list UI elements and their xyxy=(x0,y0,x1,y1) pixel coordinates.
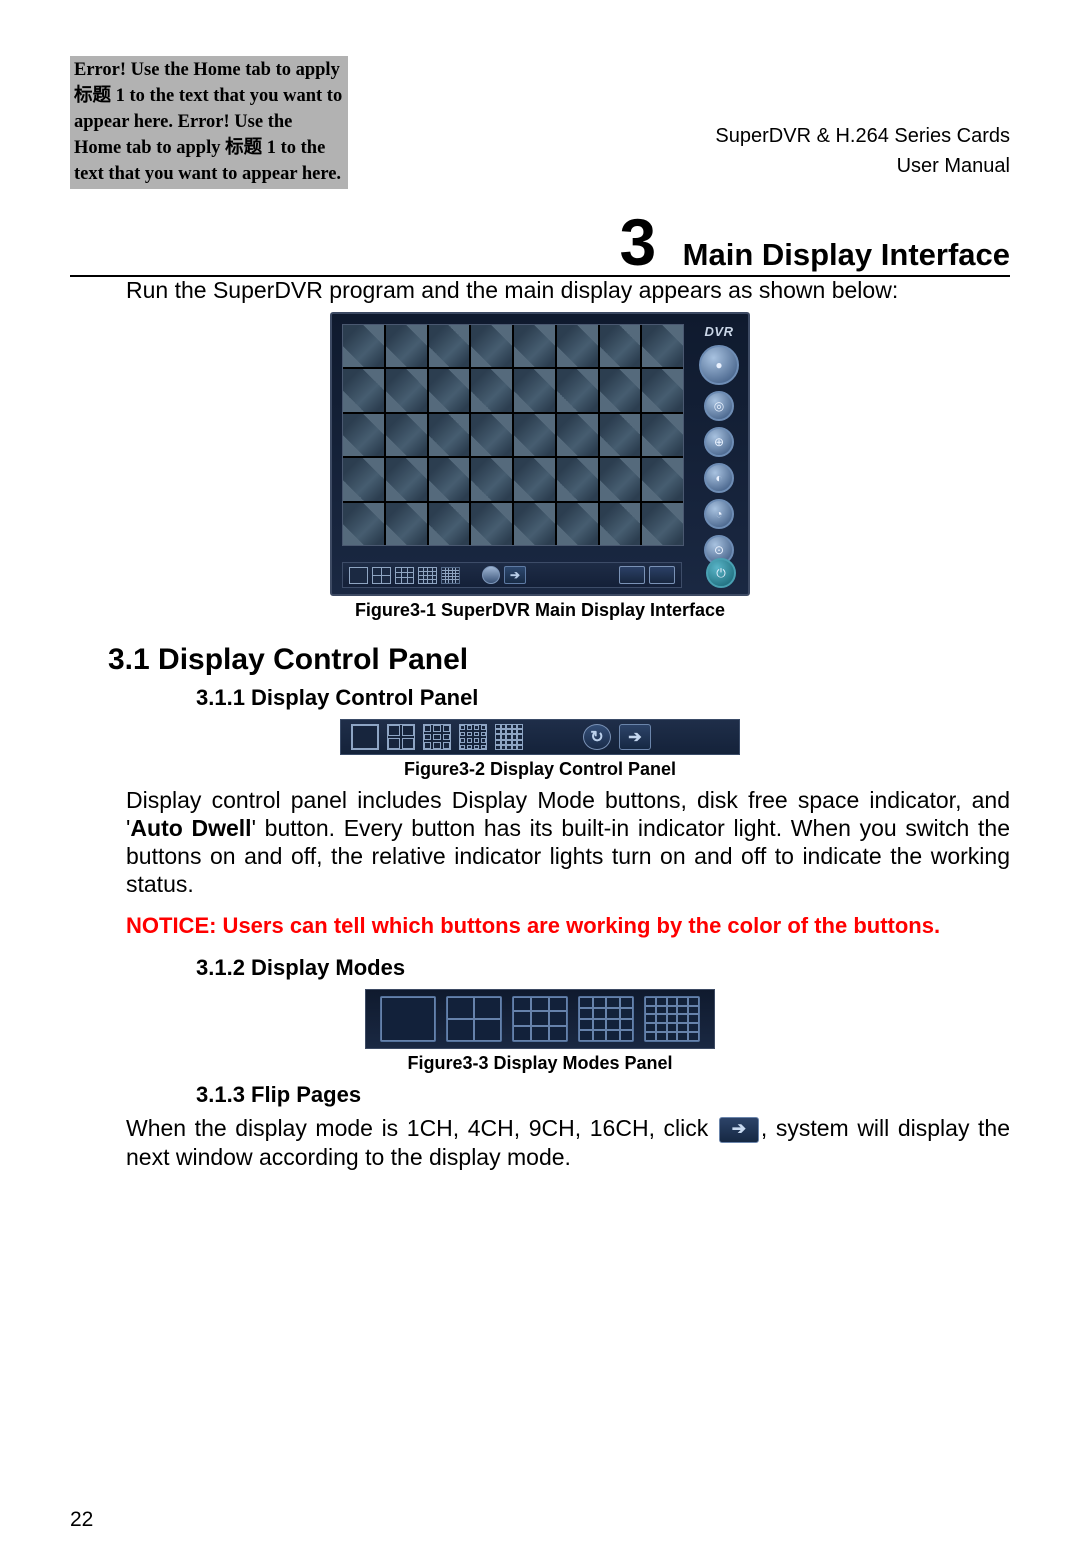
mode-big-4-button[interactable] xyxy=(446,996,502,1042)
mode-1ch-icon[interactable] xyxy=(349,567,368,584)
settings-icon[interactable]: ◐ xyxy=(704,463,734,493)
mode-9ch-icon[interactable] xyxy=(395,567,414,584)
autodwell-small-icon[interactable] xyxy=(482,566,500,584)
video-grid xyxy=(342,324,684,546)
dvr-bottom-toolbar: ➔ xyxy=(342,562,682,588)
dvr-main-window: DVR ● ◎ ⊕ ◐ ◔ ⊙ ➔ ⏻ xyxy=(330,312,750,596)
mode-25ch-icon[interactable] xyxy=(441,567,460,584)
disk-indicator-icon-2 xyxy=(649,566,675,584)
section-3-1-heading: 3.1 Display Control Panel xyxy=(108,643,1010,677)
figure-3-1-caption: Figure3-1 SuperDVR Main Display Interfac… xyxy=(70,600,1010,621)
error-sidebar-note: Error! Use the Home tab to apply 标题 1 to… xyxy=(70,56,348,189)
section-3-1-1-heading: 3.1.1 Display Control Panel xyxy=(196,685,1010,711)
figure-3-1: DVR ● ◎ ⊕ ◐ ◔ ⊙ ➔ ⏻ xyxy=(70,312,1010,621)
zoom-icon[interactable]: ⊕ xyxy=(704,427,734,457)
figure-3-2: ↻ ➔ Figure3-2 Display Control Panel xyxy=(70,719,1010,780)
figure-3-2-caption: Figure3-2 Display Control Panel xyxy=(70,759,1010,780)
mode-big-1-button[interactable] xyxy=(380,996,436,1042)
power-icon[interactable]: ⏻ xyxy=(706,558,736,588)
section-3-1-2-heading: 3.1.2 Display Modes xyxy=(196,955,1010,981)
mode-25-button[interactable] xyxy=(495,724,523,750)
record-icon[interactable]: ● xyxy=(699,345,739,385)
display-modes-panel xyxy=(365,989,715,1049)
mode-big-9-button[interactable] xyxy=(512,996,568,1042)
inline-next-page-icon[interactable]: ➔ xyxy=(719,1117,759,1143)
mode-9-button[interactable] xyxy=(423,724,451,750)
mode-4ch-icon[interactable] xyxy=(372,567,391,584)
mode-4-button[interactable] xyxy=(387,724,415,750)
section-3-1-3-body: When the display mode is 1CH, 4CH, 9CH, … xyxy=(126,1114,1010,1171)
page-number: 22 xyxy=(70,1508,93,1532)
display-control-panel-bar: ↻ ➔ xyxy=(340,719,740,755)
notice-text: NOTICE: Users can tell which buttons are… xyxy=(126,912,1010,941)
mode-big-25-button[interactable] xyxy=(644,996,700,1042)
chapter-heading: 3 Main Display Interface xyxy=(70,209,1010,277)
next-page-button[interactable]: ➔ xyxy=(619,724,651,750)
ptz-icon[interactable]: ◎ xyxy=(704,391,734,421)
search-icon[interactable]: ◔ xyxy=(704,499,734,529)
mode-16-button[interactable] xyxy=(459,724,487,750)
chapter-number: 3 xyxy=(619,205,656,279)
mode-big-16-button[interactable] xyxy=(578,996,634,1042)
section-3-1-3-heading: 3.1.3 Flip Pages xyxy=(196,1082,1010,1108)
next-page-small-icon[interactable]: ➔ xyxy=(504,566,526,584)
chapter-title: Main Display Interface xyxy=(683,237,1010,272)
autodwell-button[interactable]: ↻ xyxy=(583,724,611,750)
dvr-side-panel: DVR ● ◎ ⊕ ◐ ◔ ⊙ xyxy=(698,324,740,565)
chapter-intro: Run the SuperDVR program and the main di… xyxy=(126,277,1010,304)
figure-3-3: Figure3-3 Display Modes Panel xyxy=(70,989,1010,1074)
disk-indicator-icon xyxy=(619,566,645,584)
section-3-1-1-body: Display control panel includes Display M… xyxy=(126,786,1010,898)
figure-3-3-caption: Figure3-3 Display Modes Panel xyxy=(70,1053,1010,1074)
mode-16ch-icon[interactable] xyxy=(418,567,437,584)
dvr-logo: DVR xyxy=(705,324,734,339)
mode-1-button[interactable] xyxy=(351,724,379,750)
